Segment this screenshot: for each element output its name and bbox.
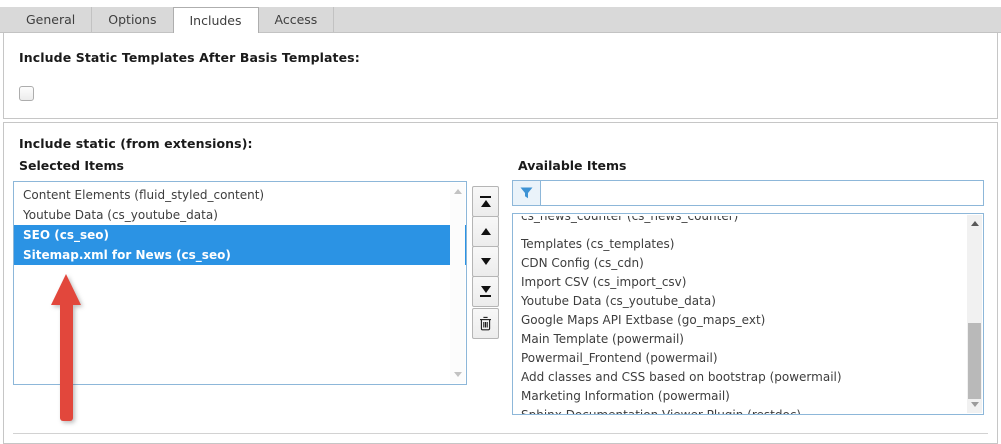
delete-trash-icon <box>479 316 492 331</box>
move-to-bottom-icon <box>481 286 491 293</box>
basis-templates-heading: Include Static Templates After Basis Tem… <box>19 50 982 65</box>
section-divider <box>13 433 988 434</box>
transfer-buttons <box>472 158 499 339</box>
static-after-basis-checkbox[interactable] <box>19 86 34 101</box>
list-item[interactable]: Main Template (powermail) <box>513 330 983 349</box>
scroll-down-icon[interactable] <box>454 372 462 377</box>
list-item[interactable]: Youtube Data (cs_youtube_data) <box>14 205 466 225</box>
scroll-down-icon[interactable] <box>971 402 979 407</box>
include-static-section: Include static (from extensions): Select… <box>3 122 998 444</box>
selected-list-scrollbar[interactable] <box>450 183 465 383</box>
list-item[interactable]: Marketing Information (powermail) <box>513 387 983 406</box>
tab[interactable]: Options <box>92 7 173 32</box>
move-to-top-icon <box>480 196 491 198</box>
move-to-bottom-button[interactable] <box>472 276 499 307</box>
list-item[interactable]: SEO (cs_seo) <box>14 225 466 245</box>
move-to-top-button[interactable] <box>472 186 499 217</box>
list-item[interactable]: Sphinx Documentation Viewer Plugin (rest… <box>513 406 983 415</box>
tab[interactable]: General <box>10 7 92 32</box>
template-edit-form: General Options Includes Access Include … <box>0 0 1001 444</box>
move-down-icon <box>481 258 491 265</box>
move-up-icon <box>481 228 491 235</box>
available-list-scrollbar[interactable] <box>967 215 982 413</box>
selected-items-label: Selected Items <box>19 158 467 176</box>
list-item[interactable]: CDN Config (cs_cdn) <box>513 254 983 273</box>
list-item[interactable]: Powermail_Frontend (powermail) <box>513 349 983 368</box>
move-up-button[interactable] <box>472 216 499 247</box>
selected-items-column: Selected Items Content Elements (fluid_s… <box>13 158 467 385</box>
delete-button[interactable] <box>472 308 499 339</box>
list-item[interactable]: Google Maps API Extbase (go_maps_ext) <box>513 311 983 330</box>
list-item[interactable]: Youtube Data (cs_youtube_data) <box>513 292 983 311</box>
list-item[interactable]: cs_news_counter (cs_news_counter) <box>513 216 983 235</box>
filter-funnel-icon <box>520 187 533 199</box>
filter-button[interactable] <box>512 180 541 206</box>
scroll-up-icon[interactable] <box>454 189 462 194</box>
tab[interactable]: Access <box>259 7 335 32</box>
tab[interactable]: Includes <box>173 7 259 33</box>
scroll-up-icon[interactable] <box>971 221 979 226</box>
basis-templates-section: Include Static Templates After Basis Tem… <box>3 33 998 119</box>
list-item[interactable]: Content Elements (fluid_styled_content) <box>14 185 466 205</box>
move-down-button[interactable] <box>472 246 499 277</box>
list-item[interactable]: Sitemap.xml for News (cs_seo) <box>14 245 466 265</box>
list-item[interactable]: Import CSV (cs_import_csv) <box>513 273 983 292</box>
tab-bar: General Options Includes Access <box>0 7 1001 33</box>
list-item[interactable]: Templates (cs_templates) <box>513 235 983 254</box>
available-items-label: Available Items <box>518 158 984 176</box>
available-items-listbox[interactable]: cs_news_counter (cs_news_counter) Templa… <box>512 213 984 415</box>
filter-input[interactable] <box>541 180 984 206</box>
filter-row <box>512 180 984 206</box>
selected-items-listbox[interactable]: Content Elements (fluid_styled_content) … <box>13 181 467 385</box>
list-item[interactable]: Add classes and CSS based on bootstrap (… <box>513 368 983 387</box>
scrollbar-thumb[interactable] <box>968 323 981 399</box>
available-items-column: Available Items cs_news_counter (cs_news… <box>512 158 984 415</box>
include-static-heading: Include static (from extensions): <box>19 136 988 151</box>
dual-select: Selected Items Content Elements (fluid_s… <box>13 158 988 415</box>
